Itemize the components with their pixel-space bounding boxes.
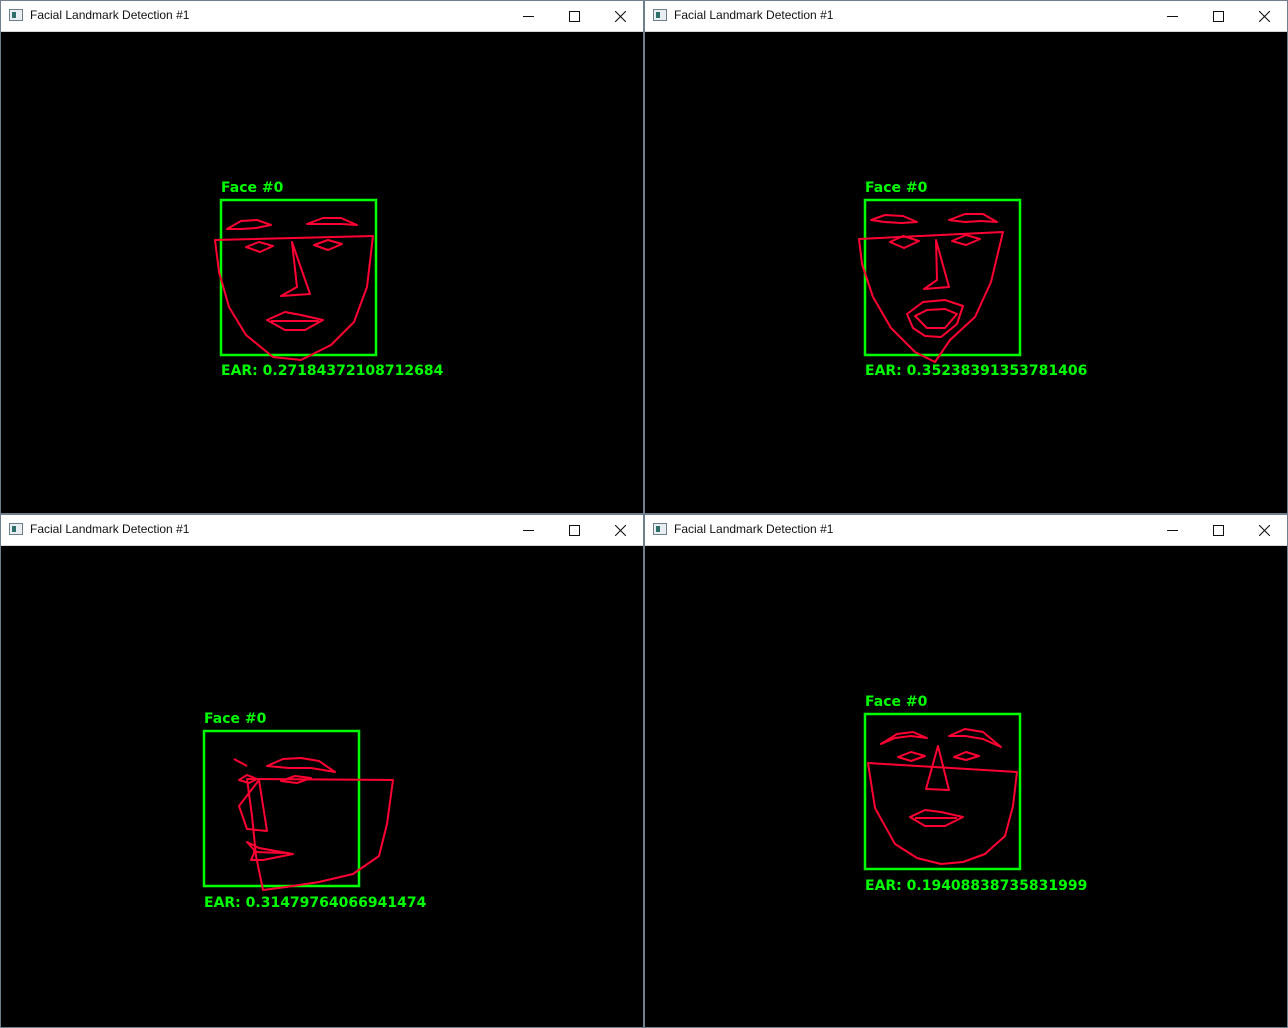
maximize-icon — [1212, 10, 1224, 22]
inner-lips — [914, 308, 958, 329]
left-eyebrow — [226, 219, 272, 230]
frame-canvas: Face #0 EAR: 0.27184372108712684 — [214, 180, 444, 379]
close-icon — [614, 10, 626, 22]
frame-canvas: Face #0 EAR: 0.35238391353781406 — [858, 180, 1087, 379]
face-label: Face #0 — [865, 180, 928, 196]
face-bounding-box — [863, 198, 1022, 357]
close-button[interactable] — [597, 1, 643, 31]
maximize-button[interactable] — [551, 1, 597, 31]
right-eye — [953, 751, 980, 761]
opencv-window-2: Facial Landmark Detection #1 Face #0 EAR… — [644, 0, 1288, 514]
video-frame: Face #0 EAR: 0.27184372108712684 — [1, 32, 643, 513]
close-icon — [614, 524, 626, 536]
outer-lips — [906, 299, 964, 338]
maximize-icon — [568, 524, 580, 536]
opencv-window-1: Facial Landmark Detection #1 Face #0 EAR… — [0, 0, 644, 514]
left-eye — [245, 241, 274, 253]
opencv-window-3: Facial Landmark Detection #1 Face #0 EAR… — [0, 514, 644, 1028]
right-eyebrow — [948, 728, 1002, 748]
ear-label: EAR: 0.35238391353781406 — [865, 363, 1087, 379]
left-eyebrow — [233, 758, 248, 767]
close-icon — [1258, 524, 1270, 536]
face-bounding-box — [202, 729, 361, 888]
right-eyebrow — [306, 217, 358, 226]
frame-canvas: Face #0 EAR: 0.31479764066941474 — [202, 711, 427, 911]
maximize-button[interactable] — [1195, 515, 1241, 545]
right-eye — [313, 239, 343, 251]
minimize-icon — [522, 529, 534, 531]
window-title: Facial Landmark Detection #1 — [30, 522, 190, 536]
minimize-button[interactable] — [1149, 1, 1195, 31]
ear-label: EAR: 0.27184372108712684 — [221, 363, 444, 379]
app-window-icon — [9, 523, 23, 535]
outer-lips — [246, 841, 294, 861]
jaw-outline — [246, 778, 394, 891]
left-eyebrow — [870, 214, 918, 224]
minimize-button[interactable] — [1149, 515, 1195, 545]
jaw-outline — [867, 762, 1018, 865]
app-window-icon — [9, 9, 23, 21]
title-bar[interactable]: Facial Landmark Detection #1 — [645, 515, 1287, 546]
opencv-window-4: Facial Landmark Detection #1 Face #0 EAR… — [644, 514, 1288, 1028]
title-bar[interactable]: Facial Landmark Detection #1 — [645, 1, 1287, 32]
nose — [280, 241, 311, 297]
minimize-button[interactable] — [505, 1, 551, 31]
close-icon — [1258, 10, 1270, 22]
maximize-icon — [568, 10, 580, 22]
minimize-icon — [1166, 15, 1178, 17]
video-frame: Face #0 EAR: 0.19408838735831999 — [645, 546, 1287, 1027]
maximize-button[interactable] — [1195, 1, 1241, 31]
app-window-icon — [653, 9, 667, 21]
nose — [923, 239, 950, 290]
jaw-outline — [858, 231, 1004, 363]
close-button[interactable] — [1241, 515, 1287, 545]
right-eyebrow — [948, 213, 998, 223]
title-bar[interactable]: Facial Landmark Detection #1 — [1, 1, 643, 32]
inner-lips — [252, 851, 286, 854]
window-title: Facial Landmark Detection #1 — [30, 8, 190, 22]
window-title: Facial Landmark Detection #1 — [674, 522, 834, 536]
right-eyebrow — [266, 757, 336, 773]
ear-label: EAR: 0.31479764066941474 — [204, 895, 427, 911]
close-button[interactable] — [1241, 1, 1287, 31]
ear-label: EAR: 0.19408838735831999 — [865, 878, 1087, 894]
frame-canvas: Face #0 EAR: 0.19408838735831999 — [863, 694, 1087, 894]
face-label: Face #0 — [865, 694, 928, 710]
video-frame: Face #0 EAR: 0.35238391353781406 — [645, 32, 1287, 513]
app-window-icon — [653, 523, 667, 535]
window-title: Facial Landmark Detection #1 — [674, 8, 834, 22]
right-eye — [951, 234, 981, 246]
minimize-icon — [1166, 529, 1178, 531]
title-bar[interactable]: Facial Landmark Detection #1 — [1, 515, 643, 546]
maximize-icon — [1212, 524, 1224, 536]
face-label: Face #0 — [204, 711, 267, 727]
maximize-button[interactable] — [551, 515, 597, 545]
minimize-icon — [522, 15, 534, 17]
video-frame: Face #0 EAR: 0.31479764066941474 — [1, 546, 643, 1027]
left-eye — [897, 751, 926, 762]
minimize-button[interactable] — [505, 515, 551, 545]
face-label: Face #0 — [221, 180, 284, 196]
face-bounding-box — [863, 712, 1022, 871]
left-eyebrow — [880, 731, 928, 745]
close-button[interactable] — [597, 515, 643, 545]
